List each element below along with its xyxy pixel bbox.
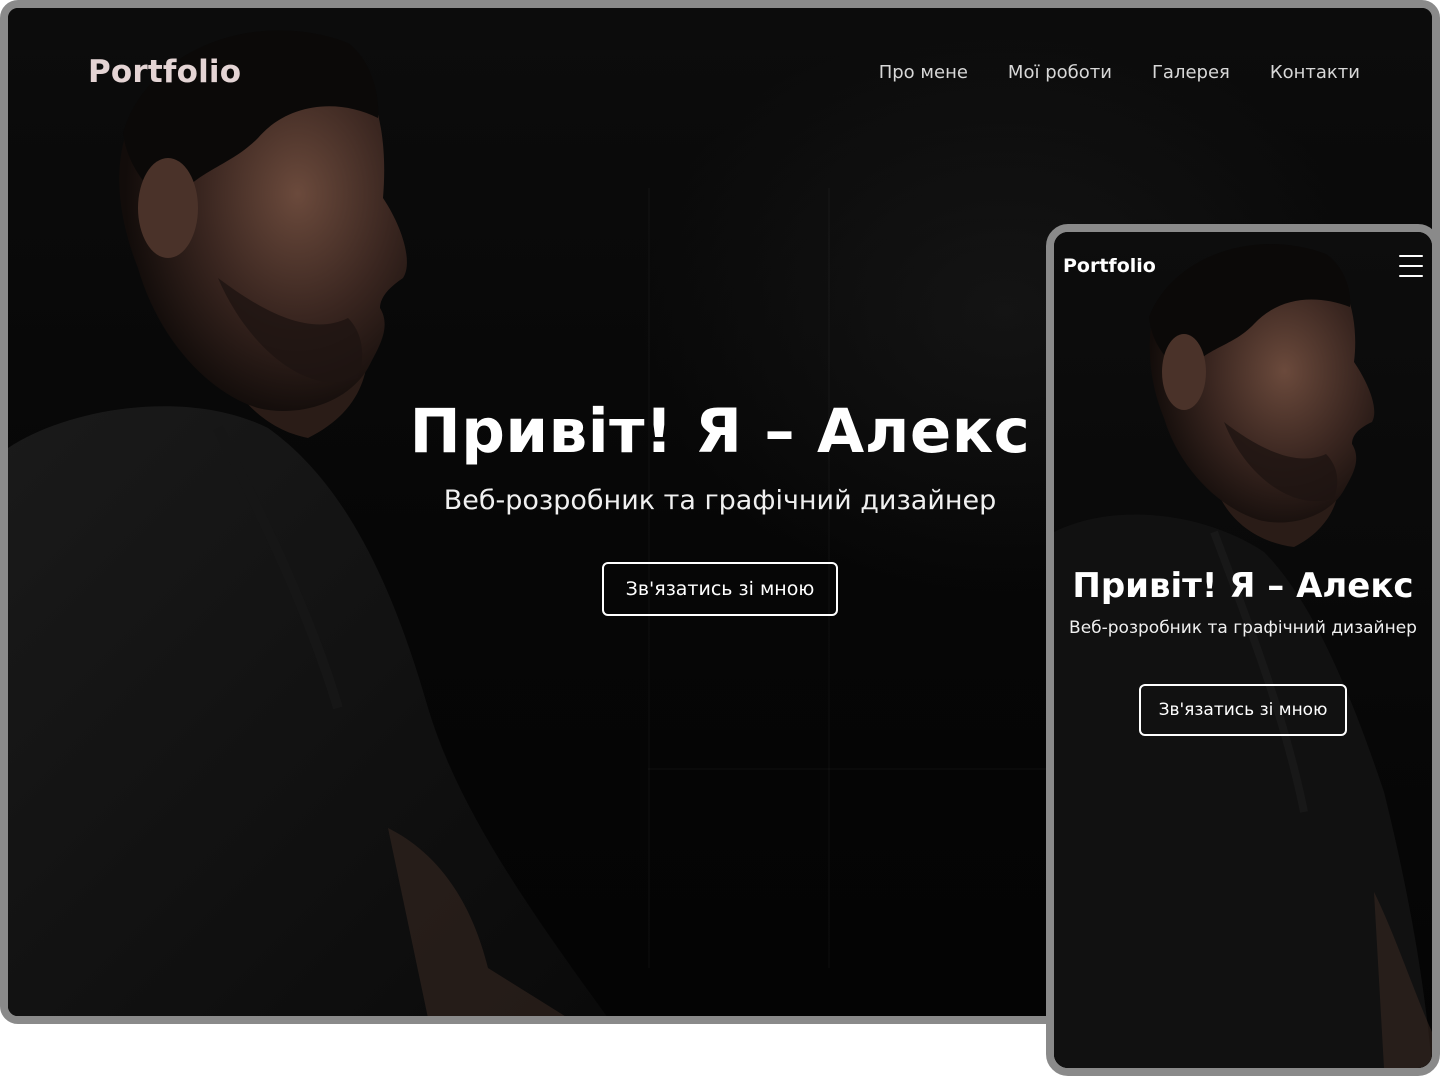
mobile-hero-section: Привіт! Я – Алекс Веб-розробник та графі… bbox=[1054, 566, 1432, 736]
mobile-screen: Portfolio Привіт! Я – Алекс Веб-розробни… bbox=[1054, 232, 1432, 1068]
nav-menu: Про мене Мої роботи Галерея Контакти bbox=[879, 62, 1360, 83]
nav-link-works[interactable]: Мої роботи bbox=[1008, 62, 1112, 83]
nav-link-gallery[interactable]: Галерея bbox=[1152, 62, 1230, 83]
hamburger-line bbox=[1399, 275, 1423, 277]
mobile-top-navigation: Portfolio bbox=[1063, 246, 1423, 286]
mobile-mockup: Portfolio Привіт! Я – Алекс Веб-розробни… bbox=[1046, 224, 1440, 1076]
top-navigation: Portfolio Про мене Мої роботи Галерея Ко… bbox=[88, 44, 1360, 100]
mobile-site-logo[interactable]: Portfolio bbox=[1063, 255, 1156, 277]
contact-me-button[interactable]: Зв'язатись зі мною bbox=[601, 562, 839, 616]
nav-link-contacts[interactable]: Контакти bbox=[1270, 62, 1360, 83]
mobile-hero-title: Привіт! Я – Алекс bbox=[1072, 566, 1414, 606]
site-logo[interactable]: Portfolio bbox=[88, 54, 241, 90]
hamburger-line bbox=[1399, 255, 1423, 257]
mobile-contact-me-button[interactable]: Зв'язатись зі мною bbox=[1138, 684, 1348, 736]
mobile-hero-subtitle: Веб-розробник та графічний дизайнер bbox=[1069, 618, 1417, 638]
nav-link-about[interactable]: Про мене bbox=[879, 62, 968, 83]
hamburger-line bbox=[1399, 265, 1423, 267]
hamburger-icon[interactable] bbox=[1399, 255, 1423, 277]
